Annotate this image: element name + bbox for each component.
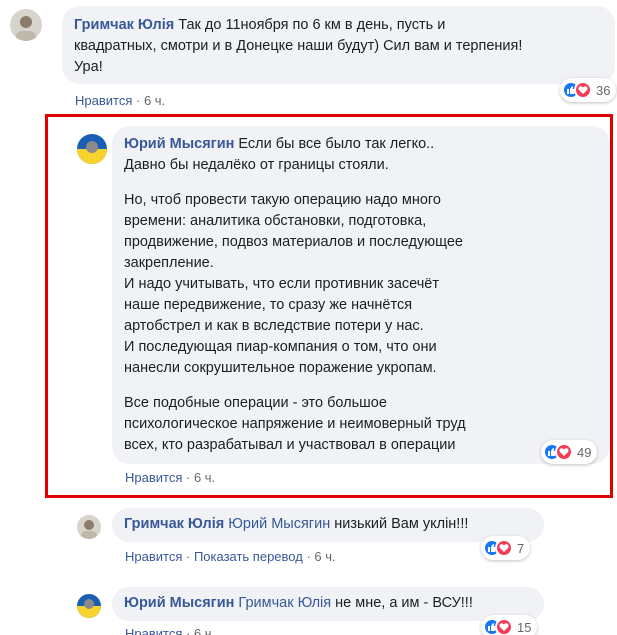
avatar[interactable] bbox=[77, 594, 101, 618]
love-reaction-icon bbox=[495, 539, 513, 557]
comment-text: Но, чтоб провести такую операцию надо мн… bbox=[124, 192, 441, 208]
comment-text: И последующая пиар-компания о том, что о… bbox=[124, 339, 437, 355]
love-reaction-icon bbox=[574, 81, 592, 99]
reactions-badge[interactable]: 36 bbox=[560, 78, 617, 102]
comment-bubble: Юрий Мысягин Если бы все было так легко.… bbox=[112, 126, 610, 464]
comment-text: всех, кто разрабатывал и участвовал в оп… bbox=[124, 437, 456, 453]
comment-time[interactable]: 6 ч. bbox=[194, 470, 215, 485]
user-photo-icon bbox=[77, 599, 101, 618]
comment-author[interactable]: Юрий Мысягин bbox=[124, 136, 234, 152]
comment-time[interactable]: 6 ч. bbox=[194, 626, 215, 635]
mention-link[interactable]: Юрий Мысягин bbox=[228, 516, 330, 532]
reactions-count: 36 bbox=[596, 82, 611, 98]
comment-text: Ура! bbox=[74, 59, 103, 75]
reactions-badge[interactable]: 7 bbox=[481, 536, 531, 560]
comment-author[interactable]: Гримчак Юлія bbox=[124, 516, 224, 532]
comment-time[interactable]: 6 ч. bbox=[144, 93, 165, 108]
comment-text: квадратных, смотри и в Донецке наши буду… bbox=[74, 38, 523, 54]
comment-bubble: Гримчак Юлія Так до 11ноября по 6 км в д… bbox=[62, 6, 615, 84]
like-link[interactable]: Нравится bbox=[125, 470, 182, 485]
show-translation-link[interactable]: Показать перевод bbox=[194, 549, 303, 564]
comment-text: времени: аналитика обстановки, подготовк… bbox=[124, 213, 427, 229]
reactions-badge[interactable]: 15 bbox=[481, 615, 538, 635]
love-reaction-icon bbox=[555, 443, 573, 461]
comment-text: Все подобные операции - это большое bbox=[124, 395, 387, 411]
user-photo-icon bbox=[81, 520, 97, 539]
comment-text: И надо учитывать, что если противник зас… bbox=[124, 276, 439, 292]
reactions-count: 49 bbox=[577, 444, 592, 460]
user-photo-icon bbox=[77, 141, 107, 164]
comment-author[interactable]: Гримчак Юлія bbox=[74, 17, 174, 33]
reactions-badge[interactable]: 49 bbox=[541, 440, 598, 464]
comment-meta: Нравится · 6 ч. bbox=[75, 93, 166, 108]
comment-paragraph: Но, чтоб провести такую операцию надо мн… bbox=[124, 190, 598, 379]
reactions-count: 15 bbox=[517, 619, 532, 635]
like-link[interactable]: Нравится bbox=[125, 549, 182, 564]
like-link[interactable]: Нравится bbox=[125, 626, 182, 635]
reactions-count: 7 bbox=[517, 540, 525, 556]
comment-line: Юрий Мысягин Если бы все было так легко.… bbox=[124, 134, 598, 155]
comment-meta: Нравится · 6 ч. bbox=[125, 626, 215, 635]
comment-text: низький Вам уклін!!! bbox=[334, 516, 469, 532]
comment-text: не мне, а им - ВСУ!!! bbox=[335, 595, 473, 611]
comment-text: Так до 11ноября по 6 км в день, пусть и bbox=[178, 17, 446, 33]
comment-text: Если бы все было так легко.. bbox=[238, 136, 435, 152]
love-reaction-icon bbox=[495, 618, 513, 635]
comment-text: Давно бы недалёко от границы стояли. bbox=[124, 157, 389, 173]
comment-text: наше передвижение, то сразу же начнётся bbox=[124, 297, 413, 313]
avatar[interactable] bbox=[10, 9, 42, 41]
user-photo-icon bbox=[16, 16, 36, 41]
avatar[interactable] bbox=[77, 134, 107, 164]
avatar[interactable] bbox=[77, 515, 101, 539]
comment-line: Гримчак Юлія Так до 11ноября по 6 км в д… bbox=[74, 15, 603, 36]
comment-text: продвижение, подвоз материалов и последу… bbox=[124, 234, 463, 250]
comment-meta: Нравится · Показать перевод · 6 ч. bbox=[125, 549, 336, 564]
mention-link[interactable]: Гримчак Юлія bbox=[238, 595, 331, 611]
comment-text: артобстрел и как в вследствие потери у н… bbox=[124, 318, 424, 334]
comment-author[interactable]: Юрий Мысягин bbox=[124, 595, 234, 611]
like-link[interactable]: Нравится bbox=[75, 93, 132, 108]
comment-text: закрепление. bbox=[124, 255, 214, 271]
comment-bubble: Юрий Мысягин Гримчак Юлія не мне, а им -… bbox=[112, 587, 544, 621]
comment-meta: Нравится · 6 ч. bbox=[125, 470, 216, 485]
comment-time[interactable]: 6 ч. bbox=[314, 549, 335, 564]
comment-paragraph: Все подобные операции - это большое псих… bbox=[124, 393, 598, 456]
comment-text: психологическое напряжение и неимоверный… bbox=[124, 416, 466, 432]
comment-text: нанесли сокрушительное поражение укропам… bbox=[124, 360, 437, 376]
comment-bubble: Гримчак Юлія Юрий Мысягин низький Вам ук… bbox=[112, 508, 544, 542]
